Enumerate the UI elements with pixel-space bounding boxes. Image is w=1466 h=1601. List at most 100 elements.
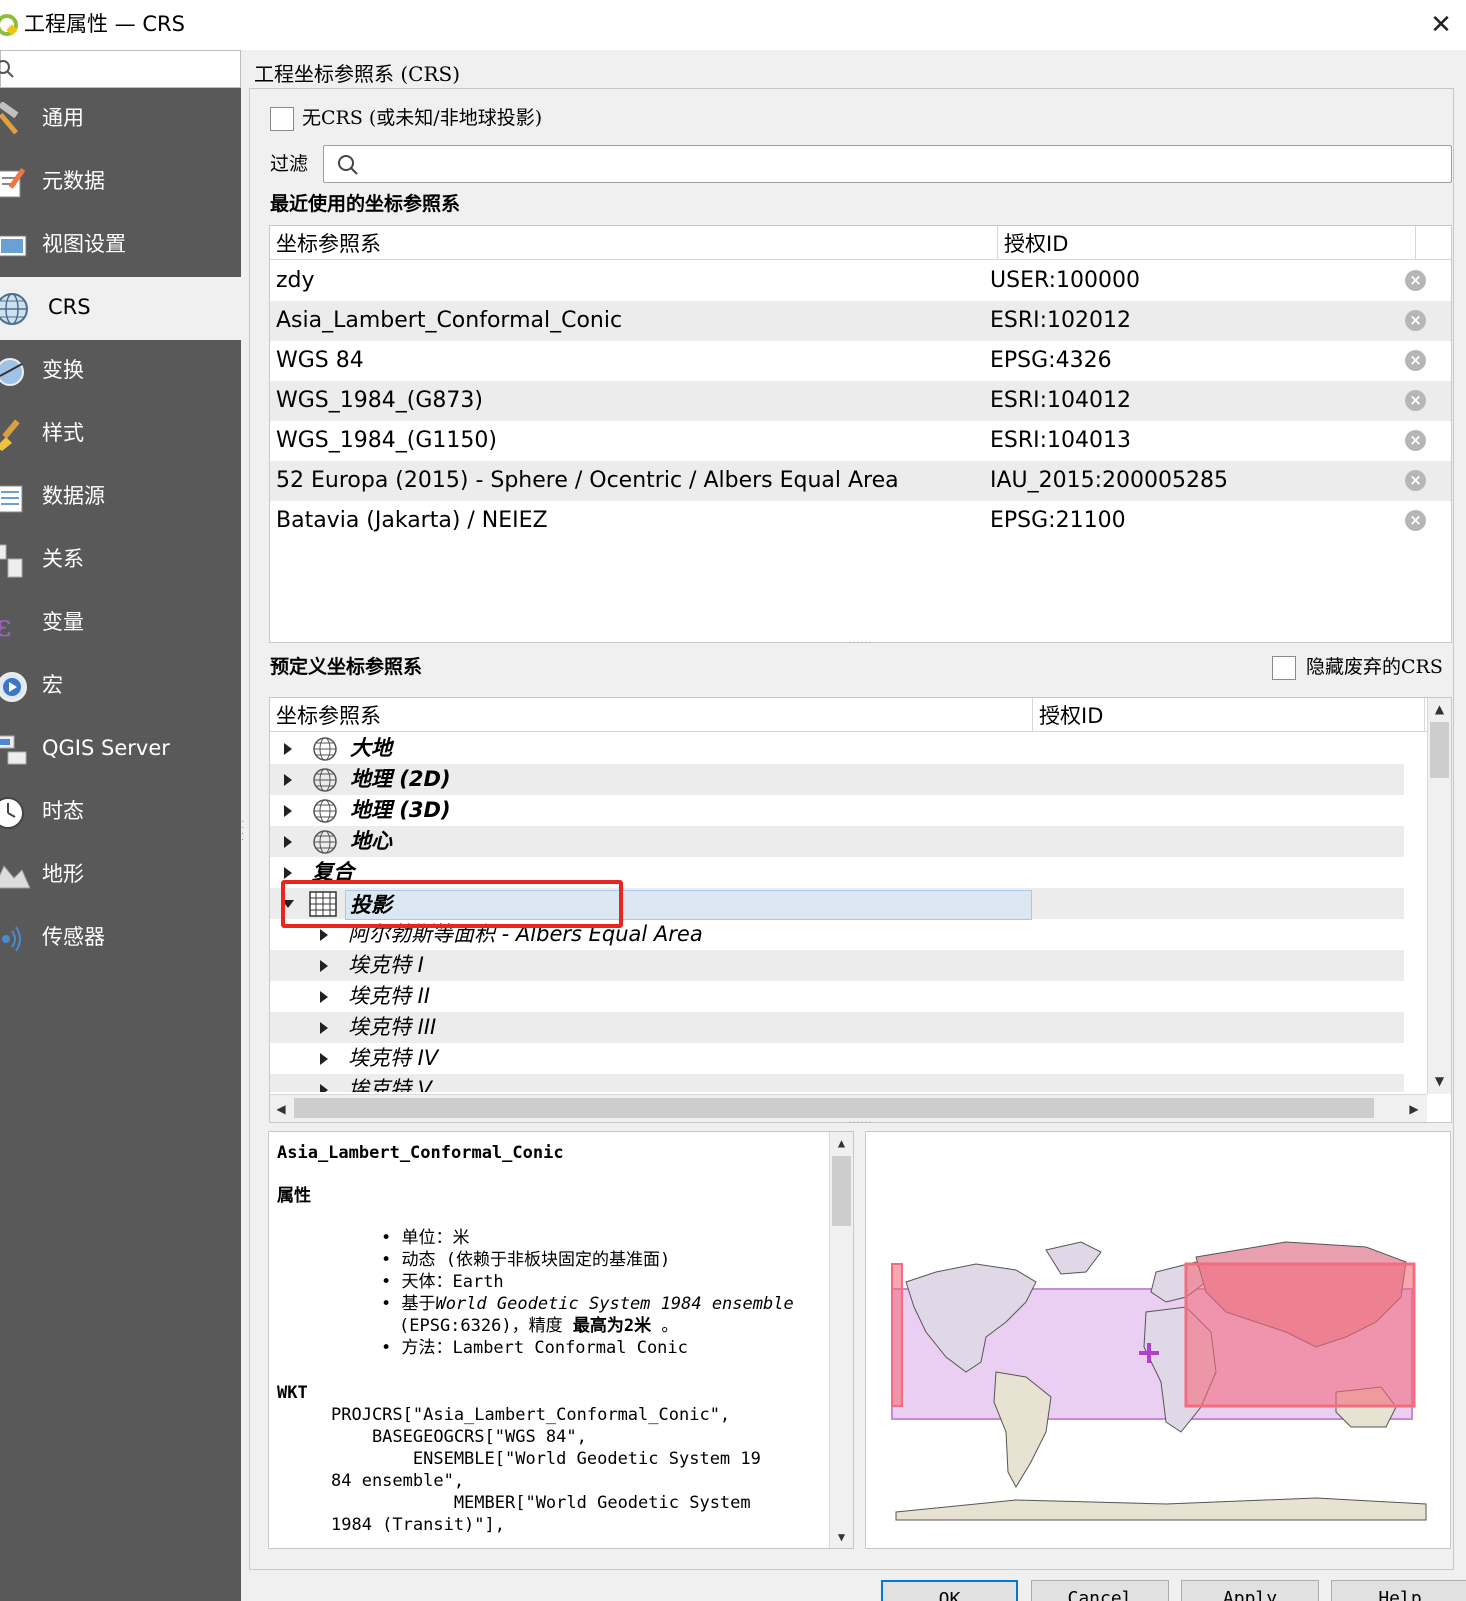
- details-properties-title: 属性: [277, 1186, 311, 1206]
- macro-icon: [0, 672, 27, 702]
- metadata-icon: [0, 168, 26, 198]
- sidebar-item-qgis-server[interactable]: QGIS Server: [0, 718, 241, 781]
- sidebar-item-terrain[interactable]: 地形: [0, 844, 241, 907]
- remove-icon[interactable]: ×: [1405, 470, 1426, 491]
- scrollbar-thumb[interactable]: [294, 1098, 1374, 1118]
- column-header-auth-id[interactable]: 授权ID: [998, 226, 1416, 260]
- table-row[interactable]: WGS 84 EPSG:4326 ×: [270, 341, 1451, 381]
- tree-item[interactable]: 地理 (2D): [270, 764, 1404, 795]
- sidebar-splitter-handle[interactable]: · · · ·: [241, 818, 249, 850]
- ok-button[interactable]: OK: [881, 1580, 1018, 1601]
- expand-arrow-icon[interactable]: [284, 836, 292, 848]
- sidebar-item-temporal[interactable]: 时态: [0, 781, 241, 844]
- clock-icon: [0, 797, 24, 829]
- details-bullet: • 动态 (依赖于非板块固定的基准面): [381, 1250, 671, 1270]
- remove-icon[interactable]: ×: [1405, 510, 1426, 531]
- expand-arrow-icon[interactable]: [284, 867, 292, 879]
- table-row[interactable]: WGS_1984_(G873) ESRI:104012 ×: [270, 381, 1451, 421]
- column-header-crs[interactable]: 坐标参照系: [270, 698, 1033, 732]
- scroll-up-icon[interactable]: ▲: [1428, 698, 1451, 720]
- no-crs-checkbox[interactable]: [270, 107, 294, 131]
- tree-item[interactable]: 大地: [270, 733, 1404, 764]
- table-row[interactable]: WGS_1984_(G1150) ESRI:104013 ×: [270, 421, 1451, 461]
- crs-extent-map[interactable]: [865, 1131, 1451, 1549]
- details-bullet: • 方法：Lambert Conformal Conic: [381, 1338, 688, 1358]
- remove-icon[interactable]: ×: [1405, 390, 1426, 411]
- expand-arrow-icon[interactable]: [284, 743, 292, 755]
- tree-item[interactable]: 埃克特 II: [270, 981, 1404, 1012]
- details-crs-name: Asia_Lambert_Conformal_Conic: [277, 1143, 564, 1163]
- tree-item[interactable]: 地理 (3D): [270, 795, 1404, 826]
- sidebar-item-general[interactable]: 通用: [0, 88, 241, 151]
- scroll-left-icon[interactable]: ◀: [270, 1098, 292, 1120]
- hammer-icon: [0, 102, 19, 135]
- scrollbar-thumb[interactable]: [832, 1156, 851, 1226]
- globe-icon: [0, 293, 28, 325]
- close-button[interactable]: ✕: [1424, 8, 1458, 42]
- sidebar-item-macros[interactable]: 宏: [0, 655, 241, 718]
- table-row[interactable]: Asia_Lambert_Conformal_Conic ESRI:102012…: [270, 301, 1451, 341]
- view-settings-icon: [0, 235, 27, 257]
- annotation-highlight-box: [281, 880, 623, 928]
- tree-item[interactable]: 埃克特 III: [270, 1012, 1404, 1043]
- sidebar-item-crs[interactable]: CRS: [0, 277, 241, 340]
- remove-icon[interactable]: ×: [1405, 430, 1426, 451]
- search-icon: [338, 155, 358, 175]
- wkt-line: ENSEMBLE["World Geodetic System 19: [331, 1449, 761, 1469]
- details-vertical-scrollbar[interactable]: ▲ ▼: [829, 1132, 853, 1548]
- remove-icon[interactable]: ×: [1405, 270, 1426, 291]
- sidebar-item-metadata[interactable]: 元数据: [0, 151, 241, 214]
- help-button[interactable]: Help: [1331, 1580, 1466, 1601]
- predefined-table-header: 坐标参照系 授权ID: [270, 698, 1451, 732]
- expand-arrow-icon[interactable]: [284, 774, 292, 786]
- scroll-up-icon[interactable]: ▲: [830, 1132, 853, 1154]
- sidebar-item-transform[interactable]: 变换: [0, 340, 241, 403]
- paintbrush-icon: [0, 419, 20, 451]
- wkt-line: MEMBER["World Geodetic System: [331, 1493, 751, 1513]
- column-header-auth-id[interactable]: 授权ID: [1033, 698, 1425, 732]
- expand-arrow-icon[interactable]: [320, 960, 328, 972]
- tree-item[interactable]: 埃克特 I: [270, 950, 1404, 981]
- expand-arrow-icon[interactable]: [284, 805, 292, 817]
- sidebar-item-view-settings[interactable]: 视图设置: [0, 214, 241, 277]
- sidebar-search-input[interactable]: [0, 50, 241, 88]
- scroll-down-icon[interactable]: ▼: [1428, 1070, 1451, 1092]
- scrollbar-thumb[interactable]: [1430, 722, 1449, 778]
- remove-icon[interactable]: ×: [1405, 350, 1426, 371]
- wkt-line: PROJCRS["Asia_Lambert_Conformal_Conic",: [331, 1405, 731, 1425]
- expand-arrow-icon[interactable]: [320, 1084, 328, 1092]
- apply-button[interactable]: Apply: [1181, 1580, 1319, 1601]
- tree-splitter-handle[interactable]: ······: [848, 1118, 873, 1129]
- sidebar-item-variables[interactable]: ε 变量: [0, 592, 241, 655]
- sidebar: 通用 元数据 视图设置 CRS 变换 样式 数据源 关系 ε 变量 宏 QGIS…: [0, 50, 241, 1601]
- globe-icon: [313, 830, 337, 854]
- expand-arrow-icon[interactable]: [320, 1053, 328, 1065]
- wkt-line: 84 ensemble",: [331, 1471, 465, 1491]
- tree-item[interactable]: 埃克特 V: [270, 1074, 1404, 1092]
- sidebar-item-relations[interactable]: 关系: [0, 529, 241, 592]
- hide-deprecated-label: 隐藏废弃的CRS: [1306, 656, 1443, 678]
- scroll-right-icon[interactable]: ▶: [1403, 1098, 1425, 1120]
- tree-item[interactable]: 埃克特 IV: [270, 1043, 1404, 1074]
- tree-vertical-scrollbar[interactable]: ▲ ▼: [1427, 698, 1451, 1094]
- filter-input[interactable]: [323, 145, 1452, 183]
- sidebar-item-style[interactable]: 样式: [0, 403, 241, 466]
- hide-deprecated-checkbox[interactable]: [1272, 656, 1296, 680]
- tree-item[interactable]: 地心: [270, 826, 1404, 857]
- expand-arrow-icon[interactable]: [320, 991, 328, 1003]
- recent-splitter-handle[interactable]: ······: [848, 638, 873, 649]
- table-row[interactable]: zdy USER:100000 ×: [270, 261, 1451, 301]
- remove-icon[interactable]: ×: [1405, 310, 1426, 331]
- sidebar-item-sensors[interactable]: 传感器: [0, 907, 241, 970]
- table-row[interactable]: Batavia (Jakarta) / NEIEZ EPSG:21100 ×: [270, 501, 1451, 541]
- expand-arrow-icon[interactable]: [320, 929, 328, 941]
- details-bullet: • 天体：Earth: [381, 1272, 504, 1292]
- sidebar-item-datasources[interactable]: 数据源: [0, 466, 241, 529]
- scroll-down-icon[interactable]: ▼: [830, 1526, 853, 1548]
- search-icon: [0, 60, 14, 78]
- cancel-button[interactable]: Cancel: [1031, 1580, 1169, 1601]
- column-header-crs[interactable]: 坐标参照系: [270, 226, 998, 260]
- expand-arrow-icon[interactable]: [320, 1022, 328, 1034]
- datasource-icon: [0, 485, 23, 513]
- table-row[interactable]: 52 Europa (2015) - Sphere / Ocentric / A…: [270, 461, 1451, 501]
